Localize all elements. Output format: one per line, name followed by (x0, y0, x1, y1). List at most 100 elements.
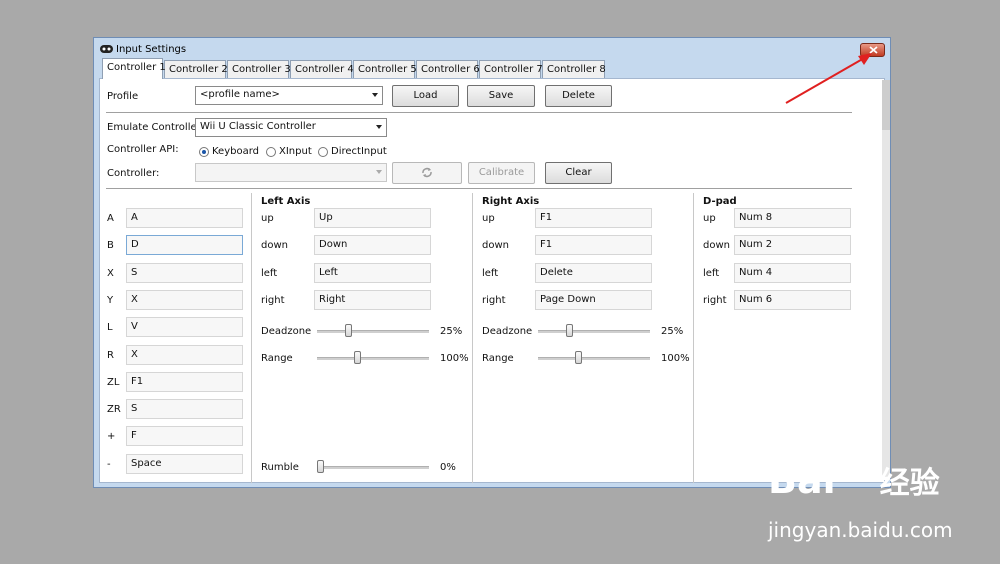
right-deadzone-thumb[interactable] (566, 324, 573, 337)
right-range-value: 100% (661, 353, 690, 364)
right-axis-mapping-field[interactable]: Page Down (535, 289, 652, 310)
watermark-suffix: 经验 (879, 466, 940, 501)
profile-combo[interactable]: <profile name> (195, 86, 383, 105)
tab-controller-8[interactable]: Controller 8 (542, 60, 606, 78)
right-axis-dir-label: down (482, 240, 509, 252)
tab-label: Controller 8 (547, 64, 606, 75)
button-mapping-field[interactable]: A (126, 208, 243, 228)
refresh-icon (422, 167, 432, 178)
button-mapping-field[interactable]: F1 (126, 371, 243, 392)
left-axis-dir-label: down (261, 240, 288, 252)
input-settings-window: Input Settings Controller 1 Controller 2… (93, 37, 891, 488)
dpad-mapping-field[interactable]: Num 8 (734, 208, 851, 228)
button-mapping-field[interactable]: V (126, 317, 243, 338)
left-axis-mapping-field[interactable]: Up (314, 208, 431, 228)
tab-controller-3[interactable]: Controller 3 (227, 60, 291, 78)
chevron-down-icon (372, 93, 378, 97)
controller-combo[interactable] (195, 163, 387, 182)
dpad-title: D-pad (703, 196, 737, 207)
tab-label: Controller 4 (295, 64, 354, 75)
button-mapping-field[interactable]: X (126, 289, 243, 310)
right-axis-dir-label: left (482, 267, 499, 279)
tab-controller-7[interactable]: Controller 7 (479, 60, 543, 78)
left-deadzone-slider[interactable] (317, 330, 429, 333)
chevron-down-icon (376, 170, 382, 174)
button-key-label: A (107, 213, 114, 224)
left-axis-mapping-field[interactable]: Down (314, 235, 431, 256)
button-mapping-field[interactable]: S (126, 399, 243, 420)
rumble-thumb[interactable] (317, 460, 324, 473)
dpad-dir-label: up (703, 213, 716, 224)
left-range-thumb[interactable] (353, 351, 361, 364)
dpad-mapping-field[interactable]: Num 6 (734, 289, 851, 310)
right-axis-mapping-field[interactable]: Delete (535, 262, 652, 283)
button-mapping-field[interactable]: D (126, 235, 243, 256)
radio-keyboard[interactable] (199, 147, 209, 157)
button-key-label: X (107, 267, 114, 279)
window-title: Input Settings (116, 44, 187, 55)
clear-button[interactable]: Clear (545, 162, 612, 184)
dpad-dir-label: down (703, 240, 730, 252)
right-deadzone-slider[interactable] (538, 330, 650, 333)
column-divider (693, 193, 694, 483)
load-button[interactable]: Load (392, 85, 459, 107)
delete-button[interactable]: Delete (545, 85, 612, 107)
left-deadzone-value: 25% (440, 326, 463, 337)
calibrate-button[interactable]: Calibrate (468, 162, 535, 184)
radio-xinput-label: XInput (279, 146, 312, 157)
left-axis-title: Left Axis (261, 196, 311, 207)
left-range-value: 100% (440, 353, 469, 364)
tab-controller-4[interactable]: Controller 4 (290, 60, 354, 78)
radio-xinput[interactable] (266, 147, 276, 157)
right-axis-mapping-field[interactable]: F1 (535, 208, 652, 228)
tab-label: Controller 1 (107, 62, 166, 73)
button-key-label: - (107, 458, 111, 470)
tab-controller-1[interactable]: Controller 1 (102, 58, 166, 79)
controller-api-label: Controller API: (107, 144, 179, 155)
left-axis-dir-label: up (261, 213, 274, 224)
close-icon (869, 46, 878, 54)
right-axis-title: Right Axis (482, 196, 540, 207)
left-range-slider[interactable] (317, 357, 429, 360)
column-divider (251, 193, 252, 483)
left-axis-mapping-field[interactable]: Right (314, 289, 431, 310)
radio-directinput-label: DirectInput (331, 146, 387, 157)
watermark-url: jingyan.baidu.com (768, 518, 953, 542)
close-button[interactable] (860, 43, 885, 57)
button-key-label: B (107, 240, 114, 252)
radio-directinput[interactable] (318, 147, 328, 157)
tab-controller-5[interactable]: Controller 5 (353, 60, 417, 78)
controller-label: Controller: (107, 168, 160, 179)
dpad-mapping-field[interactable]: Num 4 (734, 262, 851, 283)
emulate-value: Wii U Classic Controller (200, 121, 316, 132)
left-deadzone-thumb[interactable] (345, 324, 352, 337)
button-mapping-field[interactable]: F (126, 426, 243, 447)
right-range-thumb[interactable] (574, 351, 582, 364)
tab-label: Controller 7 (484, 64, 543, 75)
tab-controller-2[interactable]: Controller 2 (164, 60, 228, 78)
dpad-dir-label: left (703, 267, 720, 279)
right-range-slider[interactable] (538, 357, 650, 360)
scrollbar-track[interactable] (882, 80, 890, 480)
rumble-label: Rumble (261, 462, 299, 473)
button-mapping-field[interactable]: S (126, 262, 243, 283)
button-key-label: ZR (107, 404, 121, 416)
tab-label: Controller 5 (358, 64, 417, 75)
button-mapping-field[interactable]: Space (126, 453, 243, 474)
save-button[interactable]: Save (467, 85, 535, 107)
right-axis-mapping-field[interactable]: F1 (535, 235, 652, 256)
scrollbar-thumb[interactable] (882, 80, 890, 130)
right-axis-dir-label: right (482, 294, 506, 306)
paw-logo-icon (838, 452, 876, 475)
refresh-button[interactable] (392, 162, 462, 184)
left-axis-dir-label: right (261, 294, 285, 306)
profile-label: Profile (107, 91, 139, 102)
rumble-slider[interactable] (317, 466, 429, 469)
button-key-label: R (107, 349, 114, 361)
tab-controller-6[interactable]: Controller 6 (416, 60, 480, 78)
emulate-controller-combo[interactable]: Wii U Classic Controller (195, 118, 387, 137)
left-deadzone-label: Deadzone (261, 326, 312, 337)
button-mapping-field[interactable]: X (126, 344, 243, 365)
dpad-mapping-field[interactable]: Num 2 (734, 235, 851, 256)
left-axis-mapping-field[interactable]: Left (314, 262, 431, 283)
